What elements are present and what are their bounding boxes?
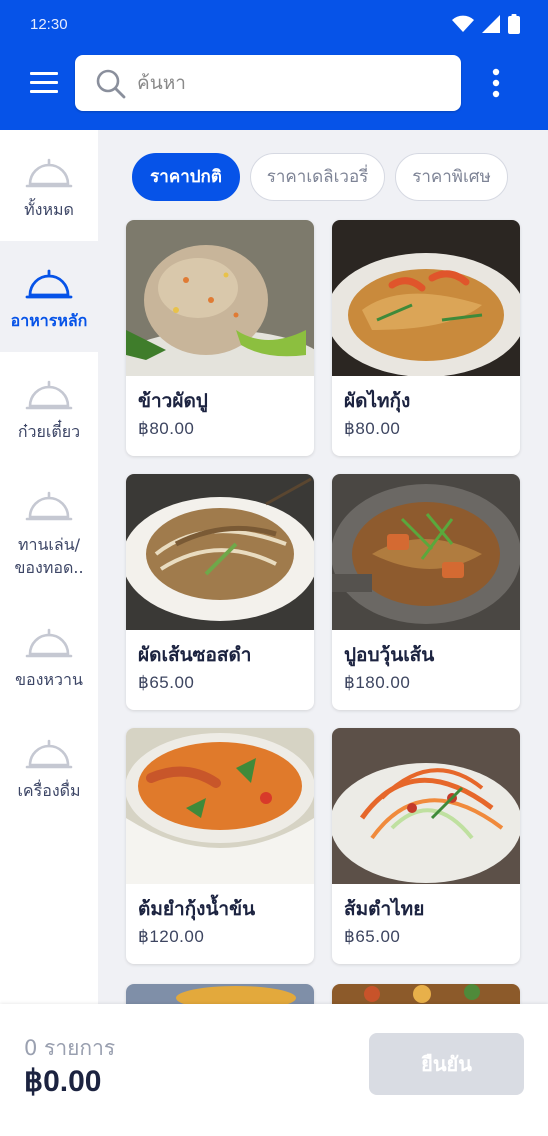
tab-delivery-price[interactable]: ราคาเดลิเวอรี่ bbox=[250, 153, 385, 201]
sidebar-item-label: ของหวาน bbox=[15, 670, 83, 689]
cloche-icon bbox=[25, 380, 73, 410]
more-options-button[interactable] bbox=[484, 66, 508, 100]
sidebar-item-noodles[interactable]: ก๋วยเตี๋ยว bbox=[0, 352, 98, 463]
tom-yum-goong-photo bbox=[126, 728, 314, 884]
hamburger-menu-button[interactable] bbox=[28, 68, 62, 98]
menu-item-price: ฿80.00 bbox=[138, 419, 195, 438]
pad-thai-shrimp-photo bbox=[332, 220, 520, 376]
menu-item-card[interactable] bbox=[332, 984, 520, 1004]
menu-item-name: ผัดเส้นซอสดำ bbox=[138, 644, 252, 666]
menu-item-card[interactable]: ส้มตำไทย ฿65.00 bbox=[332, 728, 520, 964]
sidebar-item-label: เครื่องดื่ม bbox=[17, 781, 81, 800]
menu-item-name: ต้มยำกุ้งน้ำข้น bbox=[138, 898, 256, 920]
cloche-icon bbox=[25, 158, 73, 188]
sidebar-item-label-line1: ทานเล่น/ bbox=[17, 535, 81, 554]
tab-special-price[interactable]: ราคาพิเศษ bbox=[395, 153, 508, 201]
menu-item-card[interactable] bbox=[126, 984, 314, 1004]
menu-item-price: ฿65.00 bbox=[344, 927, 401, 946]
sidebar-item-label-line2: ของทอด.. bbox=[14, 558, 84, 577]
sidebar-item-all[interactable]: ทั้งหมด bbox=[0, 130, 98, 241]
cloche-icon bbox=[25, 269, 73, 299]
status-time: 12:30 bbox=[30, 16, 68, 33]
menu-item-price: ฿120.00 bbox=[138, 927, 205, 946]
sidebar-item-drinks[interactable]: เครื่องดื่ม bbox=[0, 711, 98, 822]
menu-item-price: ฿80.00 bbox=[344, 419, 401, 438]
menu-item-photo bbox=[126, 984, 314, 1004]
stir-fried-noodles-dark-sauce-photo bbox=[126, 474, 314, 630]
menu-item-card[interactable]: ต้มยำกุ้งน้ำข้น ฿120.00 bbox=[126, 728, 314, 964]
menu-item-name: ส้มตำไทย bbox=[344, 898, 425, 920]
cloche-icon bbox=[25, 628, 73, 658]
sidebar-item-label: ทานเล่น/ ของทอด.. bbox=[0, 533, 98, 579]
menu-item-card[interactable]: ผัดเส้นซอสดำ ฿65.00 bbox=[126, 474, 314, 710]
menu-item-photo bbox=[332, 984, 520, 1004]
sidebar-item-label: อาหารหลัก bbox=[10, 311, 88, 330]
search-input[interactable] bbox=[137, 67, 437, 99]
menu-item-price: ฿65.00 bbox=[138, 673, 195, 692]
wifi-icon bbox=[452, 15, 474, 32]
more-vertical-icon bbox=[492, 68, 500, 98]
cart-total: ฿0.00 bbox=[24, 1065, 102, 1098]
menu-item-name: ผัดไทกุ้ง bbox=[344, 390, 411, 412]
tab-regular-price[interactable]: ราคาปกติ bbox=[132, 153, 240, 201]
cloche-icon bbox=[25, 491, 73, 521]
sidebar-item-label: ก๋วยเตี๋ยว bbox=[17, 422, 81, 441]
baked-crab-glass-noodles-photo bbox=[332, 474, 520, 630]
menu-item-name: ปูอบวุ้นเส้น bbox=[344, 644, 435, 666]
sidebar-item-snacks[interactable]: ทานเล่น/ ของทอด.. bbox=[0, 463, 98, 593]
sidebar-item-label: ทั้งหมด bbox=[24, 200, 74, 219]
app-bar: 12:30 bbox=[0, 0, 548, 130]
confirm-button[interactable]: ยืนยัน bbox=[369, 1033, 524, 1095]
menu-item-card[interactable]: ข้าวผัดปู ฿80.00 bbox=[126, 220, 314, 456]
hamburger-icon bbox=[30, 72, 58, 93]
menu-item-card[interactable]: ปูอบวุ้นเส้น ฿180.00 bbox=[332, 474, 520, 710]
menu-item-name: ข้าวผัดปู bbox=[138, 390, 208, 412]
category-sidebar: ทั้งหมด อาหารหลัก ก๋วยเตี๋ยว ทานเล่น/ ขอ… bbox=[0, 130, 98, 1004]
cart-item-count: 0 รายการ bbox=[24, 1036, 116, 1060]
sidebar-item-desserts[interactable]: ของหวาน bbox=[0, 600, 98, 711]
papaya-salad-photo bbox=[332, 728, 520, 884]
status-bar: 12:30 bbox=[0, 0, 548, 50]
fried-rice-crab-photo bbox=[126, 220, 314, 376]
sidebar-item-main-dishes[interactable]: อาหารหลัก bbox=[0, 241, 98, 352]
cart-summary-bar: 0 รายการ ฿0.00 ยืนยัน bbox=[0, 1004, 548, 1136]
signal-icon bbox=[482, 15, 500, 33]
menu-item-price: ฿180.00 bbox=[344, 673, 411, 692]
menu-item-card[interactable]: ผัดไทกุ้ง ฿80.00 bbox=[332, 220, 520, 456]
status-icons bbox=[452, 14, 520, 34]
cloche-icon bbox=[25, 739, 73, 769]
search-icon bbox=[96, 69, 126, 99]
battery-icon bbox=[508, 14, 520, 34]
search-bar[interactable] bbox=[75, 55, 461, 111]
